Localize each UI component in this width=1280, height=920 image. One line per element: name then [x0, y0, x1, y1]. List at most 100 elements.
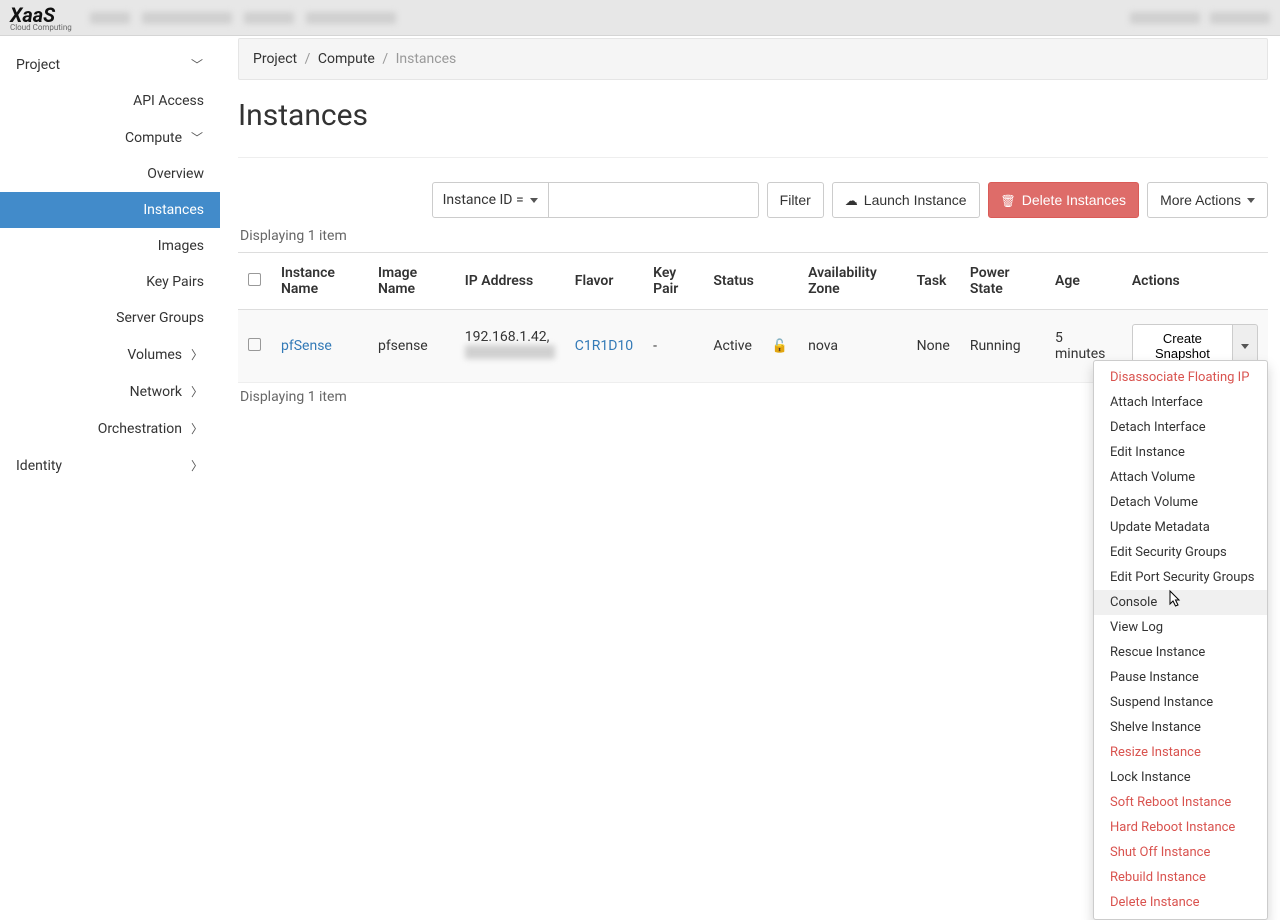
dropdown-item-attach-volume[interactable]: Attach Volume: [1094, 465, 1267, 490]
redacted: [142, 12, 232, 24]
col-status: Status: [703, 253, 798, 310]
dropdown-item-disassociate-floating-ip[interactable]: Disassociate Floating IP: [1094, 365, 1267, 390]
sidebar-label-api-access: API Access: [16, 93, 204, 109]
row-checkbox[interactable]: [248, 338, 261, 351]
displaying-count-top: Displaying 1 item: [240, 228, 1268, 244]
sidebar-label-key-pairs: Key Pairs: [16, 274, 204, 290]
more-actions-button[interactable]: More Actions: [1147, 182, 1268, 218]
dropdown-item-edit-instance[interactable]: Edit Instance: [1094, 440, 1267, 465]
dropdown-item-edit-port-security-groups[interactable]: Edit Port Security Groups: [1094, 565, 1267, 590]
dropdown-item-update-metadata[interactable]: Update Metadata: [1094, 515, 1267, 540]
caret-down-icon: [1241, 344, 1249, 349]
redacted: [306, 12, 396, 24]
row-actions-dropdown: Disassociate Floating IPAttach Interface…: [1093, 360, 1268, 920]
filter-button-label: Filter: [780, 192, 811, 208]
dropdown-item-rescue-instance[interactable]: Rescue Instance: [1094, 640, 1267, 665]
ip-redacted: [465, 345, 555, 359]
sidebar-label-identity: Identity: [16, 458, 190, 474]
dropdown-item-lock-instance[interactable]: Lock Instance: [1094, 765, 1267, 790]
dropdown-item-console[interactable]: Console: [1094, 590, 1267, 615]
sidebar-label-volumes: Volumes: [16, 347, 190, 363]
redacted: [90, 12, 130, 24]
dropdown-item-shelve-instance[interactable]: Shelve Instance: [1094, 715, 1267, 740]
sidebar-item-orchestration[interactable]: Orchestration 〉: [0, 410, 220, 447]
main-content: Project / Compute / Instances Instances …: [220, 36, 1280, 874]
cloud-upload-icon: [845, 192, 858, 209]
sidebar-item-server-groups[interactable]: Server Groups: [0, 300, 220, 336]
filter-input[interactable]: [549, 182, 759, 218]
sidebar-label-images: Images: [16, 238, 204, 254]
filter-button[interactable]: Filter: [767, 182, 824, 218]
sidebar-item-images[interactable]: Images: [0, 228, 220, 264]
chevron-down-icon: ﹀: [190, 56, 204, 73]
dropdown-item-attach-interface[interactable]: Attach Interface: [1094, 390, 1267, 415]
page-title: Instances: [238, 98, 1268, 133]
cell-key-pair: -: [643, 310, 703, 383]
dropdown-item-delete-instance[interactable]: Delete Instance: [1094, 890, 1267, 915]
sidebar-item-project[interactable]: Project ﹀: [0, 46, 220, 83]
col-age: Age: [1045, 253, 1122, 310]
sidebar-label-project: Project: [16, 57, 190, 73]
sidebar-item-volumes[interactable]: Volumes 〉: [0, 336, 220, 373]
sidebar-item-api-access[interactable]: API Access: [0, 83, 220, 119]
cell-ip-address: 192.168.1.42,: [455, 310, 565, 383]
dropdown-item-resize-instance[interactable]: Resize Instance: [1094, 740, 1267, 765]
chevron-right-icon: 〉: [190, 420, 204, 437]
dropdown-item-edit-security-groups[interactable]: Edit Security Groups: [1094, 540, 1267, 565]
sidebar-item-compute[interactable]: Compute ﹀: [0, 119, 220, 156]
logo-subtext: Cloud Computing: [10, 23, 72, 32]
col-flavor: Flavor: [565, 253, 643, 310]
flavor-link[interactable]: C1R1D10: [575, 338, 633, 354]
filter-type-select[interactable]: Instance ID =: [432, 182, 549, 218]
delete-instances-button[interactable]: Delete Instances: [988, 182, 1140, 218]
more-actions-label: More Actions: [1160, 192, 1241, 208]
sidebar-label-overview: Overview: [16, 166, 204, 182]
dropdown-item-detach-interface[interactable]: Detach Interface: [1094, 415, 1267, 440]
caret-down-icon: [1247, 198, 1255, 203]
filter-group: Instance ID =: [432, 182, 759, 218]
sidebar-item-overview[interactable]: Overview: [0, 156, 220, 192]
topbar: XaaS Cloud Computing: [0, 0, 1280, 36]
redacted: [244, 12, 294, 24]
dropdown-item-detach-volume[interactable]: Detach Volume: [1094, 490, 1267, 515]
sidebar-item-instances[interactable]: Instances: [0, 192, 220, 228]
dropdown-item-pause-instance[interactable]: Pause Instance: [1094, 665, 1267, 690]
breadcrumb-sep: /: [382, 51, 388, 67]
dropdown-item-view-log[interactable]: View Log: [1094, 615, 1267, 640]
dropdown-item-suspend-instance[interactable]: Suspend Instance: [1094, 690, 1267, 715]
breadcrumb-project[interactable]: Project: [253, 51, 297, 67]
sidebar: Project ﹀ API Access Compute ﹀ Overview …: [0, 36, 220, 874]
sidebar-label-orchestration: Orchestration: [16, 421, 190, 437]
chevron-right-icon: 〉: [190, 457, 204, 474]
trash-icon: [1001, 192, 1016, 208]
col-actions: Actions: [1122, 253, 1268, 310]
col-power-state: Power State: [960, 253, 1045, 310]
chevron-right-icon: 〉: [190, 383, 204, 400]
sidebar-label-network: Network: [16, 384, 190, 400]
redacted: [1210, 12, 1270, 24]
col-availability-zone: Availability Zone: [798, 253, 907, 310]
col-task: Task: [907, 253, 960, 310]
logo: XaaS Cloud Computing: [10, 3, 72, 32]
breadcrumb-current: Instances: [396, 51, 457, 67]
delete-button-label: Delete Instances: [1022, 192, 1126, 208]
dropdown-item-soft-reboot-instance[interactable]: Soft Reboot Instance: [1094, 790, 1267, 815]
instance-name-link[interactable]: pfSense: [281, 338, 332, 354]
caret-down-icon: [530, 198, 538, 203]
cell-image-name: pfsense: [368, 310, 455, 383]
filter-type-label: Instance ID =: [443, 192, 524, 208]
col-key-pair: Key Pair: [643, 253, 703, 310]
cell-power-state: Running: [960, 310, 1045, 383]
breadcrumb-compute[interactable]: Compute: [318, 51, 375, 67]
sidebar-item-key-pairs[interactable]: Key Pairs: [0, 264, 220, 300]
col-image-name: Image Name: [368, 253, 455, 310]
sidebar-item-network[interactable]: Network 〉: [0, 373, 220, 410]
cell-availability-zone: nova: [798, 310, 907, 383]
dropdown-item-hard-reboot-instance[interactable]: Hard Reboot Instance: [1094, 815, 1267, 840]
sidebar-item-identity[interactable]: Identity 〉: [0, 447, 220, 484]
dropdown-item-rebuild-instance[interactable]: Rebuild Instance: [1094, 865, 1267, 890]
cell-task: None: [907, 310, 960, 383]
launch-instance-button[interactable]: Launch Instance: [832, 182, 980, 218]
select-all-checkbox[interactable]: [248, 273, 261, 286]
dropdown-item-shut-off-instance[interactable]: Shut Off Instance: [1094, 840, 1267, 865]
